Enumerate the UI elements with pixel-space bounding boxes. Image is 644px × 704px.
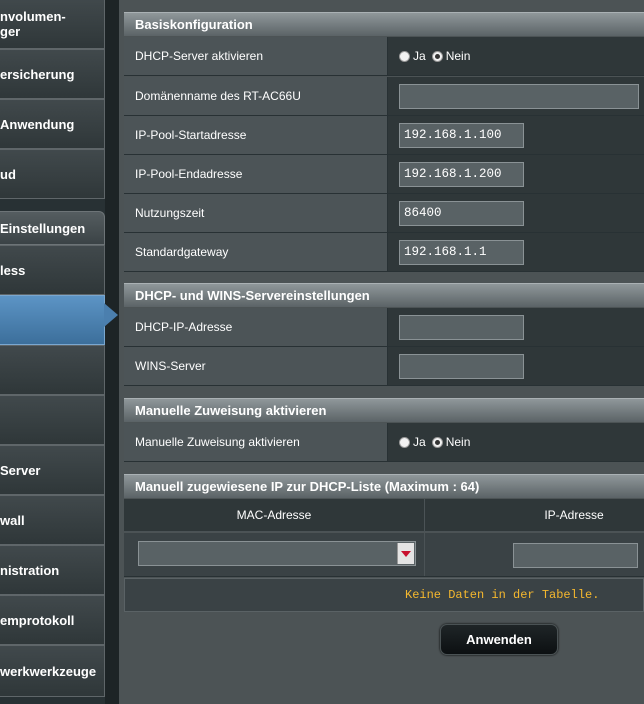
row-domain-name: Domänenname des RT-AC66U [124,77,644,116]
row-pool-start: IP-Pool-Startadresse 192.168.1.100 [124,116,644,155]
domain-name-label: Domänenname des RT-AC66U [124,77,387,115]
row-default-gateway: Standardgateway 192.168.1.1 [124,233,644,272]
section-title-wins: DHCP- und WINS-Servereinstellungen [124,283,644,307]
domain-name-value [387,77,644,115]
default-gateway-value: 192.168.1.1 [387,233,644,271]
dhcp-enable-no-label: Nein [445,49,471,63]
wins-server-input[interactable] [399,353,524,379]
pool-end-label: IP-Pool-Endadresse [124,155,387,193]
row-manual-enable: Manuelle Zuweisung aktivieren Ja Nein [124,423,644,462]
sidebar-item-label: werkwerkzeuge [0,663,97,679]
sidebar-item-label: Anwendung [0,116,75,132]
section-title-list: Manuell zugewiesene IP zur DHCP-Liste (M… [124,474,644,498]
sidebar-item-label: Server [0,462,41,478]
dns-server-value [387,308,644,346]
lease-time-value: 86400 [387,194,644,232]
manual-enable-yes-radio[interactable] [399,436,410,448]
section-title-basic: Basiskonfiguration [124,12,644,36]
sidebar-gutter [105,0,119,704]
sidebar-item-network-tools[interactable]: werkwerkzeuge [0,645,105,697]
sidebar-item-label: emprotokoll [0,612,75,628]
pool-end-value: 192.168.1.200 [387,155,644,193]
list-empty-row: Keine Daten in der Tabelle. [124,578,644,612]
sidebar-item-label: ersicherung [0,66,75,82]
dhcp-enable-yes-label: Ja [413,49,426,63]
pool-start-value: 192.168.1.100 [387,116,644,154]
manual-enable-no-label: Nein [445,435,471,449]
column-header-ip: IP-Adresse [544,508,604,522]
pool-start-input[interactable]: 192.168.1.100 [399,122,524,148]
sidebar-item-wan[interactable] [0,345,105,395]
sidebar-menu: nvolumen- ger ersicherung Anwendung ud E… [0,0,105,704]
active-item-pointer-icon [104,303,118,327]
default-gateway-label: Standardgateway [124,233,387,271]
dhcp-enable-value: Ja Nein [387,37,644,75]
manual-enable-yes-label: Ja [413,435,426,449]
dhcp-enable-label: DHCP-Server aktivieren [124,37,387,75]
manual-enable-value: Ja Nein [387,423,644,461]
manual-enable-no-option[interactable]: Nein [431,435,471,449]
sidebar-item-usb-application[interactable]: Anwendung [0,99,105,149]
dhcp-enable-yes-radio[interactable] [399,50,410,62]
sidebar-item-label: nvolumen- ger [0,8,66,39]
sidebar-section-header: Einstellungen [0,211,105,245]
sidebar-item-label: less [0,262,26,278]
dhcp-enable-yes-option[interactable]: Ja [399,49,426,63]
dhcp-enable-no-radio[interactable] [431,50,443,62]
dropdown-arrow-icon[interactable] [397,543,414,564]
sidebar-item-label: ud [0,166,16,182]
empty-table-message: Keine Daten in der Tabelle. [405,588,600,602]
manual-enable-label: Manuelle Zuweisung aktivieren [124,423,387,461]
column-divider [424,533,425,576]
default-gateway-input[interactable]: 192.168.1.1 [399,239,524,265]
main-panel: Basiskonfiguration DHCP-Server aktiviere… [119,0,644,704]
sidebar-item-administration[interactable]: nistration [0,545,105,595]
sidebar-item-vpn-server[interactable]: Server [0,445,105,495]
list-header-row: MAC-Adresse IP-Adresse [124,499,644,532]
row-wins-server: WINS-Server [124,347,644,386]
sidebar-item-traffic-manager[interactable]: nvolumen- ger [0,0,105,49]
lease-time-label: Nutzungszeit [124,194,387,232]
dhcp-enable-no-option[interactable]: Nein [431,49,471,63]
mac-address-select[interactable] [138,541,416,566]
dns-server-label: DHCP-IP-Adresse [124,308,387,346]
wins-server-value [387,347,644,385]
sidebar-item-label: nistration [0,562,60,578]
sidebar-item-ipv6[interactable] [0,395,105,445]
row-dhcp-enable: DHCP-Server aktivieren Ja Nein [124,37,644,76]
dns-server-input[interactable] [399,314,524,340]
manual-enable-no-radio[interactable] [431,436,443,448]
pool-start-label: IP-Pool-Startadresse [124,116,387,154]
sidebar-item-label: wall [0,512,25,528]
pool-end-input[interactable]: 192.168.1.200 [399,161,524,187]
apply-button[interactable]: Anwenden [440,624,558,655]
row-lease-time: Nutzungszeit 86400 [124,194,644,233]
sidebar-item-cloud[interactable]: ud [0,149,105,199]
sidebar-item-firewall[interactable]: wall [0,495,105,545]
list-input-row [124,533,644,577]
manual-enable-yes-option[interactable]: Ja [399,435,426,449]
sidebar-item-lan-active[interactable] [0,295,105,345]
ip-address-input[interactable] [513,543,638,568]
row-pool-end: IP-Pool-Endadresse 192.168.1.200 [124,155,644,194]
row-dns-server: DHCP-IP-Adresse [124,308,644,347]
sidebar-item-wireless[interactable]: less [0,245,105,295]
domain-name-input[interactable] [399,83,639,109]
section-title-manual: Manuelle Zuweisung aktivieren [124,398,644,422]
sidebar-item-system-log[interactable]: emprotokoll [0,595,105,645]
column-header-mac: MAC-Adresse [236,508,312,522]
sidebar-item-backup[interactable]: ersicherung [0,49,105,99]
wins-server-label: WINS-Server [124,347,387,385]
lease-time-input[interactable]: 86400 [399,200,524,226]
